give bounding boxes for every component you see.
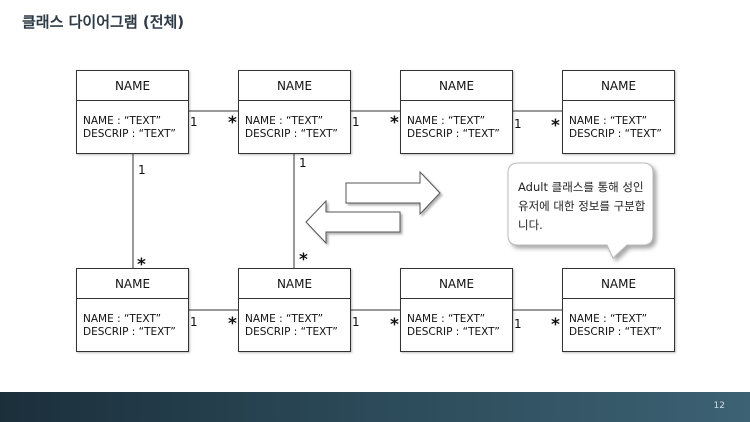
class-attribute: DESCRIP : “TEXT” bbox=[245, 326, 338, 338]
class-attribute: NAME : “TEXT” bbox=[83, 313, 162, 325]
multiplicity-one: 1 bbox=[299, 156, 307, 170]
right-block-arrow bbox=[345, 170, 441, 216]
multiplicity-one: 1 bbox=[514, 317, 522, 331]
class-attribute: NAME : “TEXT” bbox=[407, 115, 486, 127]
class-attribute: DESCRIP : “TEXT” bbox=[83, 128, 176, 140]
page-number: 12 bbox=[713, 401, 725, 411]
class-name: NAME bbox=[563, 71, 674, 101]
class-name: NAME bbox=[77, 269, 188, 299]
class-box[interactable]: NAME NAME : “TEXT” DESCRIP : “TEXT” bbox=[76, 268, 189, 352]
callout-text: Adult 클래스를 통해 성인 유저에 대한 정보를 구분합니다. bbox=[518, 180, 646, 232]
class-attribute: NAME : “TEXT” bbox=[245, 115, 324, 127]
class-name: NAME bbox=[239, 269, 350, 299]
class-attribute: NAME : “TEXT” bbox=[569, 313, 648, 325]
multiplicity-one: 1 bbox=[352, 115, 360, 129]
class-box[interactable]: NAME NAME : “TEXT” DESCRIP : “TEXT” bbox=[76, 70, 189, 154]
multiplicity-many: * bbox=[390, 113, 399, 133]
multiplicity-many: * bbox=[390, 315, 399, 335]
class-attribute: DESCRIP : “TEXT” bbox=[407, 128, 500, 140]
class-attribute: DESCRIP : “TEXT” bbox=[245, 128, 338, 140]
multiplicity-one: 1 bbox=[514, 117, 522, 131]
class-name: NAME bbox=[401, 71, 512, 101]
class-name: NAME bbox=[239, 71, 350, 101]
class-attribute: NAME : “TEXT” bbox=[245, 313, 324, 325]
multiplicity-one: 1 bbox=[190, 315, 198, 329]
class-name: NAME bbox=[401, 269, 512, 299]
class-attribute: NAME : “TEXT” bbox=[569, 115, 648, 127]
class-attribute: DESCRIP : “TEXT” bbox=[83, 326, 176, 338]
footer-bar: 12 bbox=[0, 392, 750, 422]
class-attribute: DESCRIP : “TEXT” bbox=[569, 326, 662, 338]
class-attribute: DESCRIP : “TEXT” bbox=[407, 326, 500, 338]
multiplicity-many: * bbox=[137, 255, 146, 275]
class-box[interactable]: NAME NAME : “TEXT” DESCRIP : “TEXT” bbox=[238, 70, 351, 154]
multiplicity-one: 1 bbox=[138, 163, 146, 177]
multiplicity-many: * bbox=[228, 113, 237, 133]
class-attribute: DESCRIP : “TEXT” bbox=[569, 128, 662, 140]
class-attribute: NAME : “TEXT” bbox=[83, 115, 162, 127]
multiplicity-many: * bbox=[228, 314, 237, 334]
class-box[interactable]: NAME NAME : “TEXT” DESCRIP : “TEXT” bbox=[400, 70, 513, 154]
class-box[interactable]: NAME NAME : “TEXT” DESCRIP : “TEXT” bbox=[562, 268, 675, 352]
multiplicity-many: * bbox=[299, 250, 308, 270]
class-box[interactable]: NAME NAME : “TEXT” DESCRIP : “TEXT” bbox=[238, 268, 351, 352]
multiplicity-many: * bbox=[551, 116, 560, 136]
multiplicity-one: 1 bbox=[352, 315, 360, 329]
class-name: NAME bbox=[563, 269, 674, 299]
left-block-arrow bbox=[305, 199, 401, 245]
class-name: NAME bbox=[77, 71, 188, 101]
class-box[interactable]: NAME NAME : “TEXT” DESCRIP : “TEXT” bbox=[400, 268, 513, 352]
multiplicity-many: * bbox=[551, 315, 560, 335]
multiplicity-one: 1 bbox=[190, 115, 198, 129]
class-box[interactable]: NAME NAME : “TEXT” DESCRIP : “TEXT” bbox=[562, 70, 675, 154]
class-attribute: NAME : “TEXT” bbox=[407, 313, 486, 325]
